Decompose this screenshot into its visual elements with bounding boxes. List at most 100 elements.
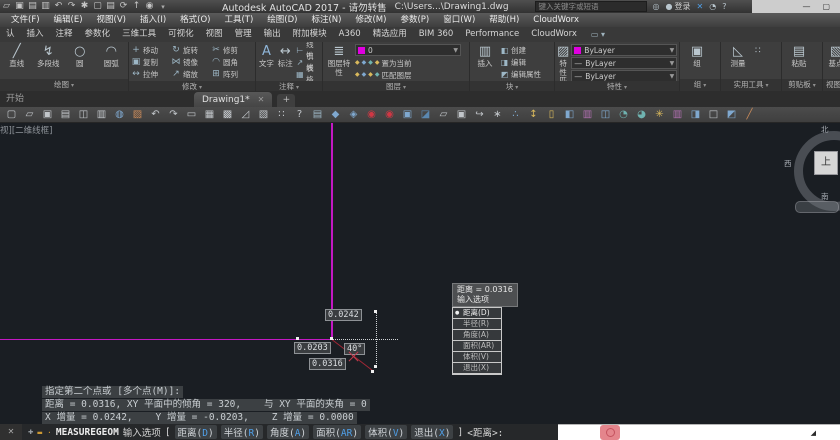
menu-item[interactable]: 标注(N) — [304, 13, 348, 27]
burst-icon[interactable]: ✳ — [652, 107, 667, 123]
layers-dialog-icon[interactable]: ▩ — [220, 107, 235, 123]
export-icon[interactable]: ↪ — [472, 107, 487, 123]
refresh-icon[interactable]: ⟳ — [117, 0, 130, 13]
ribbon-tab[interactable]: A360 — [333, 27, 367, 42]
circle-tool[interactable]: ○ 圆 — [65, 43, 95, 69]
menu-item[interactable]: 绘图(D) — [260, 13, 304, 27]
points-icon[interactable]: ∴ — [508, 107, 523, 123]
section-icon[interactable]: ◧ — [562, 107, 577, 123]
lineweight-select[interactable]: — ByLayer ▼ — [571, 57, 678, 69]
menu-item[interactable]: 修改(M) — [348, 13, 393, 27]
cube-icon[interactable]: □ — [706, 107, 721, 123]
capture-icon[interactable]: ◪ — [418, 107, 433, 123]
menu-item[interactable]: 编辑(E) — [47, 13, 90, 27]
clip-icon[interactable]: ▯ — [544, 107, 559, 123]
preview-icon[interactable]: ◫ — [76, 107, 91, 123]
sign-in-label[interactable]: 登录 — [675, 1, 691, 12]
ribbon-tab[interactable]: 三维工具 — [116, 27, 162, 42]
start-tab[interactable]: 开始 — [0, 92, 64, 107]
wrench-icon[interactable]: ✚ — [28, 427, 33, 437]
command-option[interactable]: 体积(V) — [365, 425, 408, 439]
cloud-icon[interactable]: ◔ — [709, 2, 716, 11]
ribbon-tab[interactable]: 可视化 — [162, 27, 200, 42]
array-tool[interactable]: ⊞ 阵列 — [211, 68, 251, 80]
menu-item[interactable]: 参数(P) — [393, 13, 436, 27]
menu-option[interactable]: 退出(X) — [453, 363, 501, 374]
binoculars-icon[interactable]: ◎ — [653, 2, 660, 11]
match-layer-button[interactable]: ◆ ◆ ◆ ◆ 匹配图层 — [355, 69, 467, 81]
ribbon-tab[interactable]: 认 — [0, 27, 21, 42]
search-magnifier-icon[interactable] — [600, 425, 620, 440]
command-option[interactable]: 距离(D) — [174, 425, 217, 439]
table[interactable]: ▦ 表格 — [296, 64, 320, 84]
move-tool[interactable]: + 移动 — [131, 44, 171, 56]
calculator-icon[interactable]: ∷ — [755, 43, 761, 60]
stretch-tool[interactable]: ↔ 拉伸 — [131, 68, 171, 80]
palette-icon[interactable]: ▥ — [580, 107, 595, 123]
ribbon-tab[interactable]: 附加模块 — [287, 27, 333, 42]
close-tab-icon[interactable]: ✕ — [258, 95, 265, 104]
folder-icon[interactable]: ▱ — [436, 107, 451, 123]
menu-option[interactable]: 角度(A) — [453, 330, 501, 341]
cloud-sync-icon[interactable]: ◔ — [616, 107, 631, 123]
sheetset-icon[interactable]: ▧ — [256, 107, 271, 123]
minimize-button[interactable]: — — [802, 2, 810, 11]
menu-item[interactable]: 窗口(W) — [436, 13, 482, 27]
mirror-tool[interactable]: ⋈ 镜像 — [171, 56, 211, 68]
dimension-tool[interactable]: ↔ 标注 — [277, 43, 294, 69]
matchprops-icon[interactable]: ▨ — [130, 107, 145, 123]
block-edit-attr[interactable]: ◩ 编辑属性 — [500, 68, 541, 80]
dx-input[interactable]: 0.0242 — [325, 309, 362, 321]
command-option[interactable]: 半径(R) — [220, 425, 263, 439]
help-icon[interactable]: ? — [292, 107, 307, 123]
viewport-icon[interactable]: ▭ — [184, 107, 199, 123]
menu-option[interactable]: 面积(AR) — [453, 341, 501, 352]
cloudworx-a-icon[interactable]: ◉ — [364, 107, 379, 123]
ribbon-tab[interactable]: 管理 — [229, 27, 258, 42]
palette2-icon[interactable]: ▥ — [670, 107, 685, 123]
ribbon-minimize-icon[interactable]: ▭ ▾ — [591, 30, 605, 39]
a360-x-icon[interactable]: ✕ — [697, 2, 704, 11]
panel-label[interactable]: 剪贴板 — [782, 79, 822, 91]
print-icon[interactable]: ▤ — [58, 107, 73, 123]
panel-label[interactable]: 视图 — [823, 79, 840, 91]
save-file-icon[interactable]: ▣ — [40, 107, 55, 123]
edit-icon[interactable]: ◆ — [328, 107, 343, 123]
menu-item[interactable]: 插入(I) — [133, 13, 173, 27]
layer-properties-button[interactable]: ≣ 图层特性 — [325, 43, 353, 77]
panel-label[interactable]: 特性 — [555, 81, 679, 91]
cloud-download-icon[interactable]: ◕ — [634, 107, 649, 123]
save-icon[interactable]: ▣ — [13, 0, 26, 13]
plot-icon[interactable]: ▥ — [39, 0, 52, 13]
object-color-select[interactable]: ByLayer ▼ — [571, 44, 678, 56]
base-point-button[interactable]: ▧ 基点 — [825, 43, 840, 69]
viewcube-west[interactable]: 西 — [784, 158, 792, 169]
window-icon[interactable]: ◫ — [598, 107, 613, 123]
help-circle-icon[interactable]: ? — [722, 2, 726, 11]
layer-select[interactable]: 0 ▼ — [355, 44, 461, 56]
named-views-icon[interactable]: ▦ — [202, 107, 217, 123]
menu-option[interactable]: 半径(R) — [453, 319, 501, 330]
group-button[interactable]: ▣ 组 — [682, 43, 712, 69]
viewcube-north[interactable]: 北 — [821, 124, 829, 135]
print-icon[interactable]: ▤ — [26, 0, 39, 13]
redo-icon[interactable]: ↷ — [65, 0, 78, 13]
monitor-icon[interactable]: ▢ — [91, 0, 104, 13]
command-option[interactable]: 面积(AR) — [313, 425, 362, 439]
drawing-tab-active[interactable]: Drawing1* ✕ — [194, 92, 273, 107]
qnew-icon[interactable]: ▢ — [4, 107, 19, 123]
panel-label[interactable]: 注释 — [256, 81, 322, 91]
panel-label[interactable]: 块 — [470, 81, 554, 91]
menu-item[interactable]: CloudWorx — [526, 13, 586, 27]
ribbon-tab[interactable]: 插入 — [21, 27, 50, 42]
tool-icon[interactable]: ◈ — [346, 107, 361, 123]
menu-option[interactable]: 体积(V) — [453, 352, 501, 363]
menu-item[interactable]: 格式(O) — [173, 13, 217, 27]
calculator-icon[interactable]: ∷ — [274, 107, 289, 123]
dy-input[interactable]: 0.0203 — [294, 342, 331, 354]
ribbon-tab[interactable]: CloudWorx — [525, 27, 583, 42]
web-icon[interactable]: ◍ — [112, 107, 127, 123]
polyline-tool[interactable]: ↯ 多段线 — [34, 43, 64, 69]
set-current-layer-button[interactable]: ◆ ◆ ◆ ◆ 置为当前 — [355, 57, 467, 69]
text-tool[interactable]: A 文字 — [258, 43, 275, 69]
